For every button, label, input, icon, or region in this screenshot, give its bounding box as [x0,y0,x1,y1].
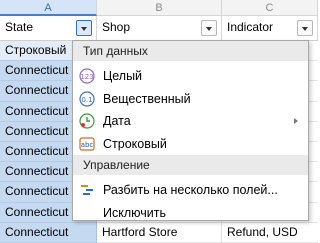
menu-item-exclude-label: Исключить [103,205,166,220]
menu-item-string-label: Строковый [103,136,167,151]
menu-item-real-label: Вещественный [103,91,191,106]
menu-item-date[interactable]: Дата [73,110,308,133]
header-shop-label: Shop [102,20,131,34]
header-shop: Shop [97,16,222,41]
menu-item-integer[interactable]: 123 Целый [73,65,308,88]
header-state-label: State [5,20,34,34]
menu-item-string[interactable]: abc Строковый [73,133,308,156]
header-shop-dropdown-button[interactable] [201,20,217,36]
column-letter-c[interactable]: C [222,0,318,16]
menu-item-real[interactable]: 0.1 Вещественный [73,88,308,111]
svg-text:123: 123 [80,73,93,81]
menu-item-split-fields-label: Разбить на несколько полей... [103,183,278,197]
svg-text:abc: abc [81,141,94,149]
column-context-menu: Тип данных 123 Целый 0.1 Вещественный Да… [72,40,309,221]
cell-shop[interactable]: Hartford Store [97,222,222,243]
column-letter-b[interactable]: B [97,0,222,16]
menu-item-date-label: Дата [103,114,131,128]
header-state-dropdown-button[interactable] [76,20,92,36]
menu-section-management: Управление [73,155,308,175]
menu-item-exclude[interactable]: Исключить [73,202,308,225]
menu-item-split-fields[interactable]: Разбить на несколько полей... [73,179,308,202]
integer-type-icon: 123 [79,68,95,84]
split-fields-icon [81,185,93,195]
header-indicator-label: Indicator [227,20,274,34]
submenu-arrow-icon [294,118,298,124]
cell-indicator[interactable]: Refund, USD [222,223,318,243]
column-letter-a[interactable]: A [0,0,97,16]
date-type-icon [79,113,95,129]
menu-item-integer-label: Целый [103,69,143,83]
header-indicator: Indicator [222,16,318,41]
svg-text:0.1: 0.1 [81,96,92,104]
column-letters-bar: A B C [0,0,318,16]
real-type-icon: 0.1 [79,90,95,107]
cell-state[interactable]: Connecticut [0,222,97,243]
table-row: Connecticut Hartford Store Refund, USD [0,222,318,243]
header-state: State [0,16,97,41]
menu-section-data-type: Тип данных [73,41,308,61]
spreadsheet-grid: A B C State Shop Indicator Строковый Con… [0,0,318,243]
string-type-icon: abc [79,136,95,151]
header-indicator-dropdown-button[interactable] [297,20,313,36]
